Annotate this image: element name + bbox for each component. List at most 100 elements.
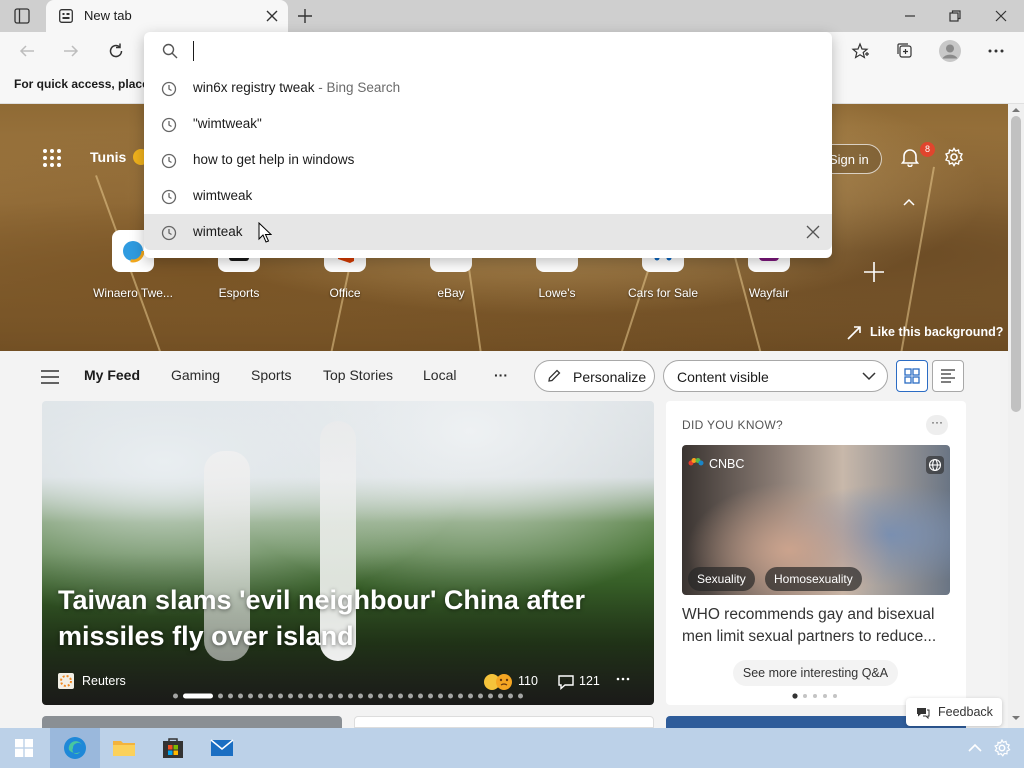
windows-start-icon[interactable]	[15, 739, 33, 757]
carousel-dot	[248, 693, 253, 699]
comment-count: 121	[579, 674, 600, 688]
card-more-options-button[interactable]: ···	[926, 415, 948, 435]
suggestion-item[interactable]: win6x registry tweak - Bing Search	[144, 70, 832, 106]
tag-chip[interactable]: Homosexuality	[765, 567, 862, 591]
collapse-chevron-up-icon[interactable]	[902, 196, 916, 210]
carousel-dot	[388, 693, 393, 699]
microsoft-store-icon[interactable]	[161, 736, 185, 760]
see-more-qa-button[interactable]: See more interesting Q&A	[733, 660, 898, 686]
carousel-dot	[368, 693, 373, 699]
scrollbar-thumb[interactable]	[1011, 116, 1021, 412]
favorites-bar-hint: For quick access, place y	[14, 77, 159, 91]
new-tab-icon	[59, 9, 73, 23]
page-settings-gear-icon[interactable]	[944, 147, 964, 167]
history-clock-icon	[160, 152, 178, 170]
quick-link-label: Winaero Twe...	[93, 286, 173, 300]
card-heading: DID YOU KNOW?	[682, 418, 784, 432]
weather-location[interactable]: Tunis	[90, 149, 126, 165]
add-quick-link-icon[interactable]	[862, 260, 886, 284]
edge-browser-icon[interactable]	[63, 736, 87, 760]
card-headline[interactable]: WHO recommends gay and bisexual men limi…	[682, 604, 952, 648]
carousel-pagination[interactable]	[173, 692, 525, 700]
quick-link-label: Esports	[218, 286, 260, 300]
reactions-icon[interactable]	[482, 672, 516, 692]
address-bar-input[interactable]	[190, 36, 810, 66]
mail-icon[interactable]	[210, 736, 234, 760]
text-caret	[193, 41, 194, 61]
suggestion-item[interactable]: wimtweak	[144, 178, 832, 214]
notification-count-badge: 8	[920, 142, 935, 157]
like-background-link[interactable]: Like this background?	[846, 325, 1003, 339]
grid-view-button[interactable]	[896, 360, 928, 392]
forward-icon[interactable]	[62, 42, 80, 60]
tab-title: New tab	[84, 8, 132, 23]
suggestion-item[interactable]: "wimtweak"	[144, 106, 832, 142]
restore-icon[interactable]	[947, 8, 963, 24]
list-view-icon	[941, 369, 955, 383]
taskbar-settings-gear-icon[interactable]	[993, 739, 1011, 757]
quick-link-label: Wayfair	[748, 286, 790, 300]
remove-suggestion-icon[interactable]	[806, 225, 820, 239]
settings-more-icon[interactable]	[987, 42, 1005, 60]
tab-actions-icon[interactable]	[14, 8, 30, 24]
carousel-dot	[438, 693, 443, 699]
new-tab-button[interactable]	[296, 7, 314, 25]
mouse-pointer-icon	[258, 222, 272, 244]
carousel-dot	[218, 693, 223, 699]
carousel-dot	[408, 693, 413, 699]
article-more-options-icon[interactable]	[616, 672, 630, 686]
card-pagination[interactable]	[792, 692, 842, 700]
profile-avatar-icon[interactable]	[939, 40, 961, 62]
nav-sports[interactable]: Sports	[251, 367, 291, 383]
carousel-dot	[468, 693, 473, 699]
list-view-button[interactable]	[932, 360, 964, 392]
hamburger-menu-icon[interactable]	[41, 370, 59, 384]
comment-icon[interactable]	[557, 673, 575, 691]
article-card-partial[interactable]	[42, 716, 342, 728]
file-explorer-icon[interactable]	[112, 736, 136, 760]
notifications-bell-icon[interactable]	[900, 147, 920, 167]
apps-launcher-icon[interactable]	[42, 148, 62, 168]
history-clock-icon	[160, 188, 178, 206]
suggestion-item-selected[interactable]: wimteak	[144, 214, 832, 250]
carousel-dot	[478, 693, 483, 699]
favorites-icon[interactable]	[851, 42, 869, 60]
content-visibility-select[interactable]: Content visible	[663, 360, 888, 392]
tab-new-tab[interactable]: New tab	[46, 0, 288, 32]
carousel-dot	[488, 693, 493, 699]
quick-link-label: Office	[329, 286, 361, 300]
nav-my-feed[interactable]: My Feed	[84, 367, 140, 383]
suggestion-text: wimtweak	[193, 188, 253, 203]
nav-more-button[interactable]: ···	[494, 367, 508, 383]
hero-article-card[interactable]	[42, 401, 654, 705]
carousel-dot	[498, 693, 503, 699]
nav-local[interactable]: Local	[423, 367, 456, 383]
cnbc-peacock-icon	[688, 457, 704, 469]
show-hidden-icons-chevron-icon[interactable]	[968, 742, 982, 754]
nav-top-stories[interactable]: Top Stories	[323, 367, 393, 383]
quick-link-label: eBay	[437, 286, 465, 300]
globe-icon[interactable]	[926, 456, 944, 474]
back-icon[interactable]	[18, 42, 36, 60]
tag-chip[interactable]: Sexuality	[688, 567, 755, 591]
windows-taskbar	[0, 728, 1024, 768]
scroll-up-arrow-icon[interactable]	[1011, 106, 1021, 114]
carousel-dot	[228, 693, 233, 699]
suggestion-text: "wimtweak"	[193, 116, 262, 131]
article-card-partial[interactable]	[354, 716, 654, 728]
nav-gaming[interactable]: Gaming	[171, 367, 220, 383]
history-clock-icon	[160, 224, 178, 242]
carousel-dot	[508, 693, 513, 699]
minimize-icon[interactable]	[902, 8, 918, 24]
carousel-dot	[173, 693, 178, 699]
carousel-dot-active	[183, 693, 213, 699]
close-tab-icon[interactable]	[266, 10, 278, 22]
quick-link-label: Lowe's	[538, 286, 576, 300]
collections-icon[interactable]	[896, 42, 914, 60]
hero-article-title[interactable]: Taiwan slams 'evil neighbour' China afte…	[58, 582, 618, 654]
refresh-icon[interactable]	[107, 42, 125, 60]
feedback-icon	[916, 705, 930, 719]
scroll-down-arrow-icon[interactable]	[1011, 714, 1021, 722]
close-window-icon[interactable]	[993, 8, 1009, 24]
suggestion-item[interactable]: how to get help in windows	[144, 142, 832, 178]
